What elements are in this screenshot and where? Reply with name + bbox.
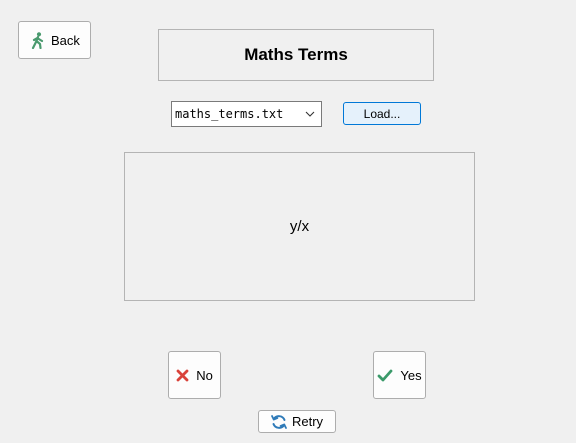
- refresh-icon: [271, 414, 287, 430]
- chevron-down-icon: [305, 108, 315, 122]
- no-button-label: No: [196, 367, 213, 383]
- back-button-label: Back: [51, 32, 80, 48]
- check-mark-icon: [377, 369, 393, 382]
- file-select[interactable]: maths_terms.txt: [171, 101, 322, 127]
- back-button[interactable]: Back: [18, 21, 91, 59]
- yes-button[interactable]: Yes: [373, 351, 426, 399]
- walking-person-icon: [31, 31, 45, 49]
- term-display: y/x: [124, 152, 475, 301]
- load-button-label: Load...: [363, 106, 401, 121]
- x-mark-icon: [176, 369, 189, 382]
- title-panel: Maths Terms: [158, 29, 434, 81]
- no-button[interactable]: No: [168, 351, 221, 399]
- load-button[interactable]: Load...: [343, 102, 421, 125]
- yes-button-label: Yes: [400, 367, 422, 383]
- retry-button-label: Retry: [291, 414, 324, 429]
- retry-button[interactable]: Retry: [258, 410, 336, 433]
- term-text: y/x: [289, 218, 310, 235]
- page-title: Maths Terms: [244, 45, 348, 64]
- file-select-value: maths_terms.txt: [175, 107, 284, 121]
